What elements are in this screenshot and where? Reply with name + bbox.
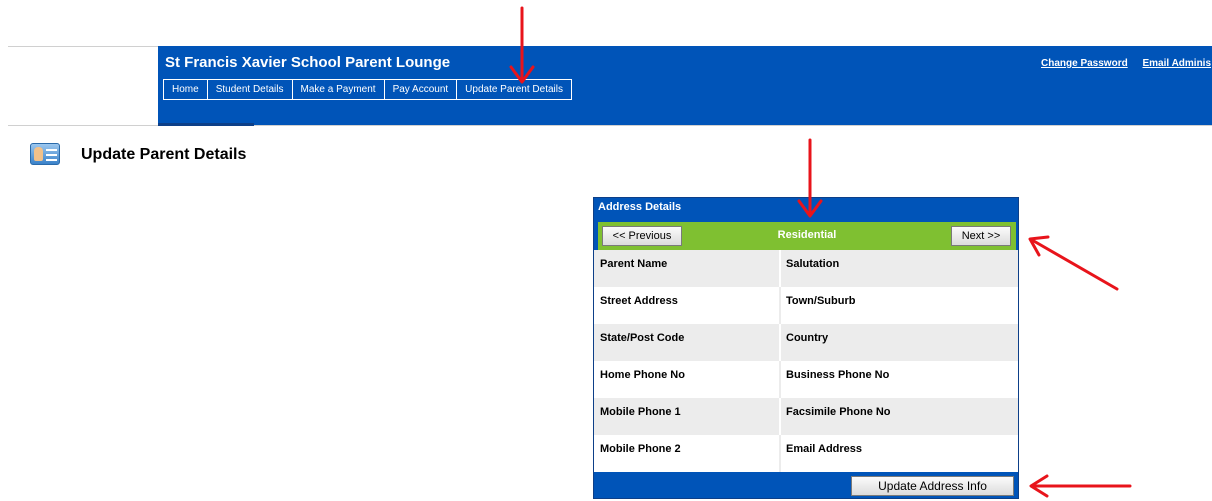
field-row: Home Phone No Business Phone No — [594, 361, 1018, 398]
nav-student-details[interactable]: Student Details — [208, 80, 293, 99]
header-accent — [158, 123, 254, 126]
field-label-mobile-phone-1: Mobile Phone 1 — [600, 406, 681, 418]
field-label-business-phone: Business Phone No — [779, 361, 1018, 398]
site-title: St Francis Xavier School Parent Lounge — [165, 54, 451, 71]
update-address-info-button[interactable]: Update Address Info — [851, 476, 1014, 496]
panel-title: Address Details — [598, 201, 682, 213]
field-row: Parent Name Salutation — [594, 250, 1018, 287]
top-links: Change Password Email Adminis — [1041, 58, 1212, 69]
address-details-panel: Address Details << Previous Residential … — [593, 197, 1019, 499]
address-type-nav: << Previous Residential Next >> — [598, 222, 1016, 250]
address-fields: Parent Name Salutation Street Address To… — [594, 250, 1018, 472]
field-label-country: Country — [779, 324, 1018, 361]
next-button[interactable]: Next >> — [951, 226, 1011, 246]
email-admin-link[interactable]: Email Adminis — [1142, 58, 1211, 69]
main-nav: Home Student Details Make a Payment Pay … — [163, 79, 572, 100]
nav-home[interactable]: Home — [164, 80, 208, 99]
nav-make-a-payment[interactable]: Make a Payment — [293, 80, 385, 99]
field-row: Mobile Phone 1 Facsimile Phone No — [594, 398, 1018, 435]
field-row: State/Post Code Country — [594, 324, 1018, 361]
field-label-home-phone: Home Phone No — [600, 369, 685, 381]
field-label-facsimile-phone: Facsimile Phone No — [779, 398, 1018, 435]
field-label-salutation: Salutation — [779, 250, 1018, 287]
red-arrow-icon — [1029, 474, 1132, 498]
field-label-town-suburb: Town/Suburb — [779, 287, 1018, 324]
nav-pay-account[interactable]: Pay Account — [385, 80, 458, 99]
field-label-street-address: Street Address — [600, 295, 678, 307]
change-password-link[interactable]: Change Password — [1041, 58, 1128, 69]
field-label-state-post-code: State/Post Code — [600, 332, 685, 344]
page-title: Update Parent Details — [81, 146, 247, 163]
field-label-parent-name: Parent Name — [600, 258, 668, 270]
field-label-mobile-phone-2: Mobile Phone 2 — [600, 443, 681, 455]
field-row: Mobile Phone 2 Email Address — [594, 435, 1018, 472]
header-left-spacer — [8, 46, 158, 126]
field-row: Street Address Town/Suburb — [594, 287, 1018, 324]
parent-card-icon — [30, 143, 60, 165]
nav-update-parent-details[interactable]: Update Parent Details — [457, 80, 571, 99]
red-arrow-icon — [1028, 235, 1119, 291]
field-label-email-address: Email Address — [779, 435, 1018, 472]
